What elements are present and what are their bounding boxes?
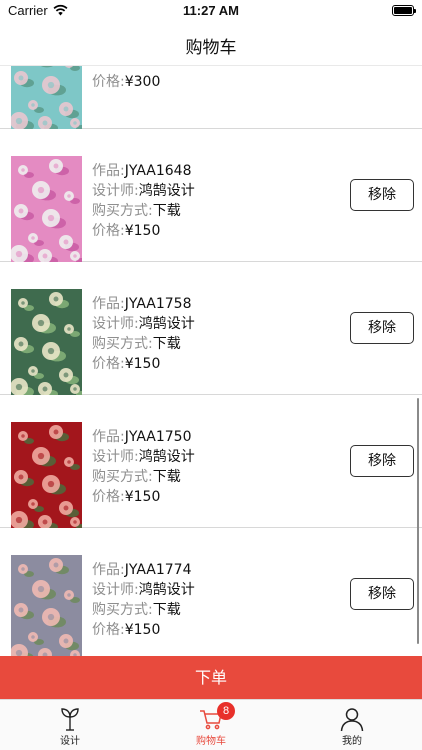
designer-value: 鸿鹄设计	[138, 449, 195, 465]
cart-item[interactable]: 价格:¥300	[0, 66, 422, 129]
designer-label: 设计师:	[92, 183, 139, 199]
remove-button[interactable]: 移除	[350, 312, 414, 344]
designer-label: 设计师:	[92, 316, 139, 332]
price-value: ¥150	[124, 489, 161, 505]
info-line-price: 价格:¥150	[92, 354, 195, 374]
remove-button[interactable]: 移除	[350, 578, 414, 610]
info-line-price: 价格:¥150	[92, 221, 195, 241]
purchase-label: 购买方式:	[92, 203, 153, 219]
tab-label: 设计	[60, 736, 80, 747]
purchase-value: 下载	[152, 602, 181, 618]
purchase-value: 下载	[152, 203, 181, 219]
info-line-designer: 设计师:鸿鹄设计	[92, 181, 195, 201]
cart-item[interactable]: 作品:JYAA1648 设计师:鸿鹄设计 购买方式:下载 价格:¥150 移除	[0, 129, 422, 262]
cart-list[interactable]: 价格:¥300 作品:JYAA1648 设计师:鸿鹄设计 购买方式:下载 价格:¥150…	[0, 66, 422, 656]
work-label: 作品:	[92, 429, 125, 445]
info-line-purchase: 购买方式:下载	[92, 467, 195, 487]
item-info: 价格:¥300	[92, 72, 160, 92]
place-order-button[interactable]: 下单	[0, 656, 422, 699]
navigation-bar: 购物车	[0, 22, 422, 66]
price-value: ¥150	[124, 223, 161, 239]
work-label: 作品:	[92, 163, 125, 179]
info-line-purchase: 购买方式:下载	[92, 600, 195, 620]
cart-item[interactable]: 作品:JYAA1758 设计师:鸿鹄设计 购买方式:下载 价格:¥150 移除	[0, 262, 422, 395]
info-line-designer: 设计师:鸿鹄设计	[92, 447, 195, 467]
designer-value: 鸿鹄设计	[138, 183, 195, 199]
pattern-thumbnail[interactable]	[11, 289, 82, 395]
price-label: 价格:	[92, 622, 125, 638]
work-value: JYAA1648	[124, 163, 192, 179]
remove-button[interactable]: 移除	[350, 179, 414, 211]
info-line-designer: 设计师:鸿鹄设计	[92, 314, 195, 334]
pattern-thumbnail[interactable]	[11, 555, 82, 656]
info-line-price: 价格:¥150	[92, 487, 195, 507]
purchase-value: 下载	[152, 336, 181, 352]
pattern-thumbnail[interactable]	[11, 422, 82, 528]
info-line-price: 价格:¥300	[92, 72, 160, 92]
sprout-icon	[61, 708, 79, 731]
pattern-thumbnail[interactable]	[11, 66, 82, 129]
purchase-label: 购买方式:	[92, 602, 153, 618]
work-value: JYAA1758	[124, 296, 192, 312]
work-value: JYAA1750	[124, 429, 192, 445]
tab-label: 购物车	[196, 736, 226, 747]
info-line-work: 作品:JYAA1750	[92, 427, 195, 447]
info-line-purchase: 购买方式:下载	[92, 334, 195, 354]
tab-bar: 设计 8 购物车 我的	[0, 699, 422, 750]
purchase-label: 购买方式:	[92, 336, 153, 352]
price-label: 价格:	[92, 356, 125, 372]
user-icon	[340, 708, 364, 732]
info-line-work: 作品:JYAA1774	[92, 560, 195, 580]
purchase-value: 下载	[152, 469, 181, 485]
work-label: 作品:	[92, 296, 125, 312]
remove-button[interactable]: 移除	[350, 445, 414, 477]
page-title: 购物车	[185, 38, 237, 58]
price-label: 价格:	[92, 74, 125, 90]
designer-label: 设计师:	[92, 582, 139, 598]
info-line-price: 价格:¥150	[92, 620, 195, 640]
info-line-work: 作品:JYAA1648	[92, 161, 195, 181]
purchase-label: 购买方式:	[92, 469, 153, 485]
status-bar: Carrier 11:27 AM	[0, 0, 422, 22]
tab-cart[interactable]: 8 购物车	[141, 700, 281, 750]
tab-profile[interactable]: 我的	[282, 700, 422, 750]
price-value: ¥150	[124, 622, 161, 638]
price-label: 价格:	[92, 223, 125, 239]
cart-item[interactable]: 作品:JYAA1750 设计师:鸿鹄设计 购买方式:下载 价格:¥150 移除	[0, 395, 422, 528]
item-info: 作品:JYAA1750 设计师:鸿鹄设计 购买方式:下载 价格:¥150	[92, 427, 195, 507]
tab-design[interactable]: 设计	[0, 700, 140, 750]
info-line-purchase: 购买方式:下载	[92, 201, 195, 221]
info-line-work: 作品:JYAA1758	[92, 294, 195, 314]
item-info: 作品:JYAA1758 设计师:鸿鹄设计 购买方式:下载 价格:¥150	[92, 294, 195, 374]
price-label: 价格:	[92, 489, 125, 505]
price-value: ¥150	[124, 356, 161, 372]
scroll-indicator[interactable]	[416, 398, 419, 644]
designer-value: 鸿鹄设计	[138, 582, 195, 598]
info-line-designer: 设计师:鸿鹄设计	[92, 580, 195, 600]
item-info: 作品:JYAA1648 设计师:鸿鹄设计 购买方式:下载 价格:¥150	[92, 161, 195, 241]
tab-label: 我的	[342, 736, 362, 747]
price-value: ¥300	[124, 74, 161, 90]
pattern-thumbnail[interactable]	[11, 156, 82, 262]
item-info: 作品:JYAA1774 设计师:鸿鹄设计 购买方式:下载 价格:¥150	[92, 560, 195, 640]
designer-label: 设计师:	[92, 449, 139, 465]
work-value: JYAA1774	[124, 562, 192, 578]
battery-icon	[392, 5, 416, 16]
designer-value: 鸿鹄设计	[138, 316, 195, 332]
cart-item[interactable]: 作品:JYAA1774 设计师:鸿鹄设计 购买方式:下载 价格:¥150 移除	[0, 528, 422, 656]
cart-count-badge: 8	[217, 702, 235, 720]
work-label: 作品:	[92, 562, 125, 578]
clock: 11:27 AM	[183, 3, 239, 18]
